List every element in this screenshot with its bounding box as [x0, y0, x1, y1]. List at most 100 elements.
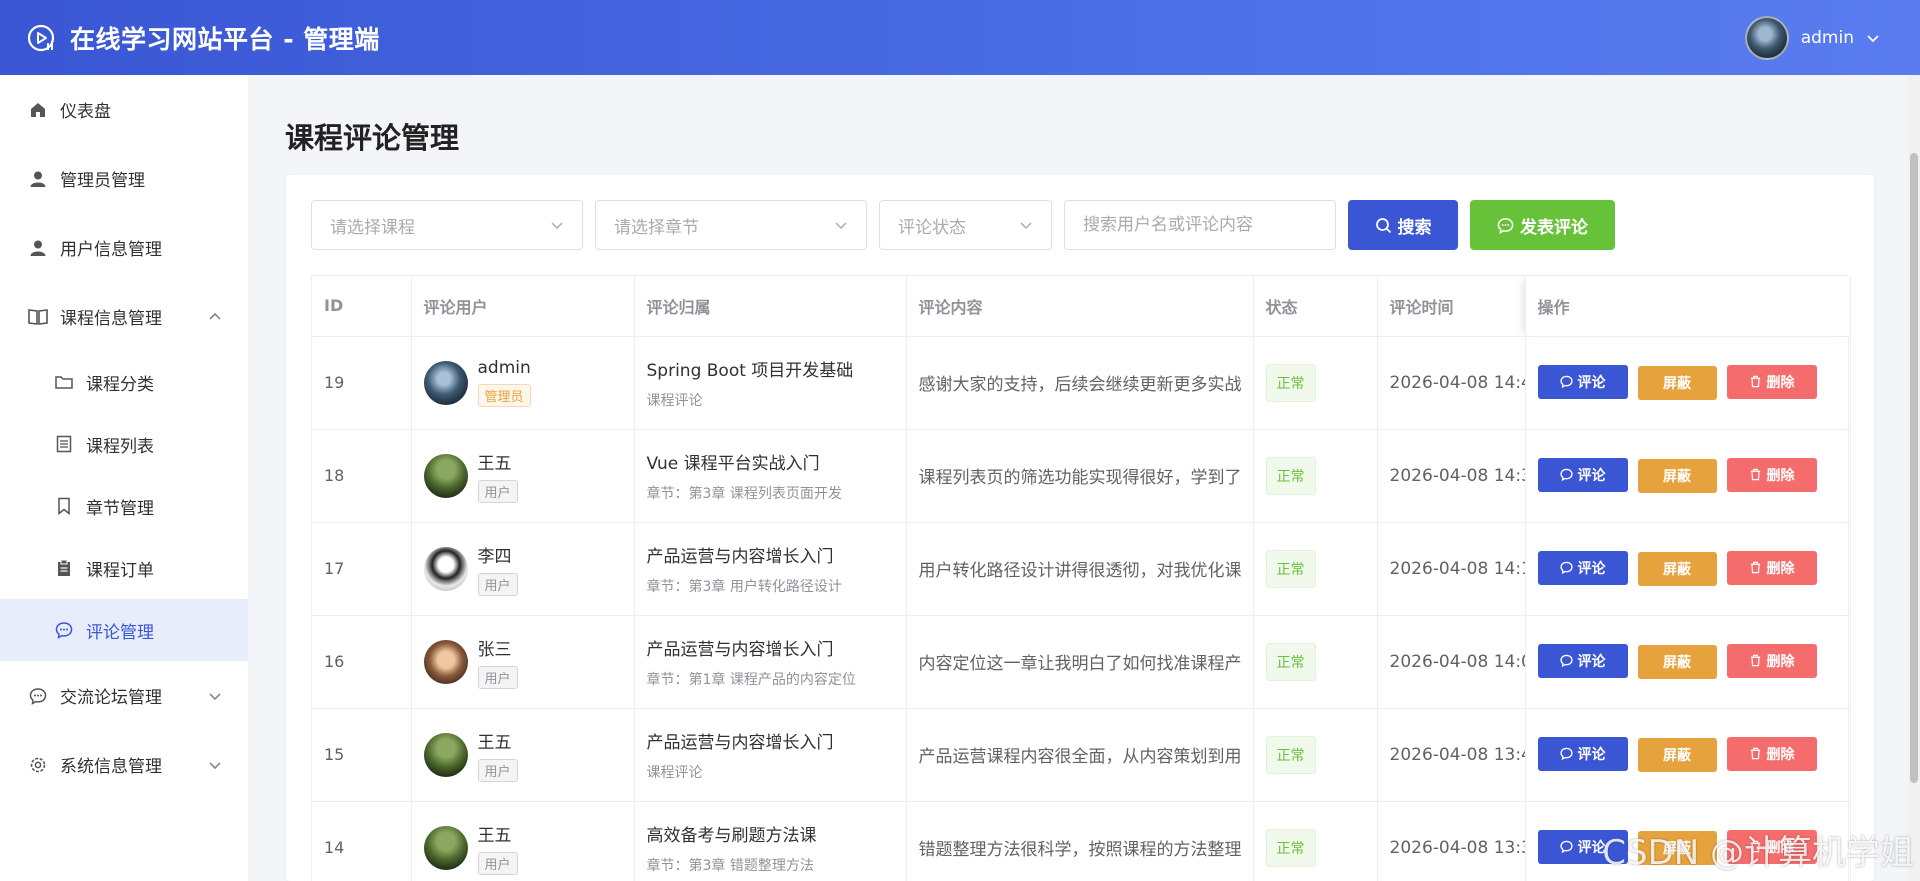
reply-comment-button[interactable]: 评论: [1537, 457, 1628, 492]
sidebar-item-label: 管理员管理: [60, 171, 145, 191]
content-card: 请选择课程 请选择章节 评论状态 搜索 发表评论 ID: [286, 175, 1874, 881]
filter-bar: 请选择课程 请选择章节 评论状态 搜索 发表评论: [311, 200, 1627, 250]
sidebar-subitem-label: 课程列表: [86, 436, 154, 457]
sidebar-item-users[interactable]: 用户信息管理: [0, 213, 248, 282]
sidebar-item-label: 交流论坛管理: [60, 688, 162, 708]
content-cell: 课程列表页的筛选功能实现得很好，学到了: [906, 429, 1254, 523]
status-select[interactable]: 评论状态: [879, 200, 1052, 250]
sidebar-subitem-comments[interactable]: 评论管理: [0, 599, 248, 661]
delete-button[interactable]: 删除: [1726, 364, 1817, 399]
sidebar-item-admin[interactable]: 管理员管理: [0, 144, 248, 213]
sidebar-subitem-chapters[interactable]: 章节管理: [0, 475, 248, 537]
column-header: 状态: [1253, 276, 1378, 337]
comment-icon: [1559, 841, 1573, 854]
sidebar-item-system[interactable]: 系统信息管理: [0, 730, 248, 799]
sidebar-item-courses[interactable]: 课程信息管理: [0, 282, 248, 351]
status-cell: 正常: [1253, 708, 1378, 802]
comment-id: 14: [312, 801, 412, 881]
course-title: 产品运营与内容增长入门: [646, 732, 834, 753]
comment-id: 19: [312, 336, 412, 430]
top-header: 在线学习网站平台 - 管理端 admin: [0, 0, 1920, 75]
actions-cell: 评论 屏蔽 删除: [1525, 336, 1851, 430]
sidebar-subitem-category[interactable]: 课程分类: [0, 351, 248, 413]
belong-subtitle: 章节：第3章 课程列表页面开发: [646, 485, 842, 502]
avatar[interactable]: [1744, 15, 1789, 60]
course-title: 产品运营与内容增长入门: [646, 546, 834, 567]
belong-subtitle: 章节：第1章 课程产品的内容定位: [646, 671, 856, 688]
block-button[interactable]: 屏蔽: [1637, 645, 1717, 680]
block-button[interactable]: 屏蔽: [1637, 738, 1717, 773]
chapter-select[interactable]: 请选择章节: [595, 200, 867, 250]
username[interactable]: admin: [1801, 28, 1854, 48]
block-label: 屏蔽: [1663, 748, 1691, 765]
reply-comment-button[interactable]: 评论: [1537, 550, 1628, 585]
clipboard-icon: [54, 558, 74, 578]
reply-label: 评论: [1577, 374, 1606, 391]
status-cell: 正常: [1253, 429, 1378, 523]
trash-icon: [1750, 748, 1760, 760]
delete-label: 删除: [1766, 653, 1795, 670]
sidebar-item-forum[interactable]: 交流论坛管理: [0, 661, 248, 730]
trash-icon: [1750, 376, 1760, 388]
sidebar-subitem-label: 评论管理: [86, 622, 154, 643]
chevron-down-icon: [209, 692, 221, 700]
course-select-placeholder: 请选择课程: [330, 217, 415, 238]
sidebar-subitem-orders[interactable]: 课程订单: [0, 537, 248, 599]
delete-label: 删除: [1766, 746, 1795, 763]
belong-subtitle: 课程评论: [646, 764, 703, 781]
comment-time: 2026-04-08 14:15: [1389, 558, 1525, 579]
bookmark-icon: [54, 496, 74, 516]
belong-cell: 高效备考与刷题方法课 章节：第3章 错题整理方法: [634, 801, 907, 881]
user-menu[interactable]: admin: [1744, 15, 1894, 60]
reply-comment-button[interactable]: 评论: [1537, 736, 1628, 771]
column-header: 评论用户: [411, 276, 635, 337]
block-label: 屏蔽: [1663, 376, 1691, 393]
content-cell: 产品运营课程内容很全面，从内容策划到用: [906, 708, 1254, 802]
comment-icon: [54, 620, 74, 640]
course-select[interactable]: 请选择课程: [311, 200, 583, 250]
block-button[interactable]: 屏蔽: [1637, 552, 1717, 587]
user-avatar: [423, 453, 468, 498]
belong-cell: Spring Boot 项目开发基础 课程评论: [634, 336, 907, 430]
sidebar-subitem-course-list[interactable]: 课程列表: [0, 413, 248, 475]
reply-comment-button[interactable]: 评论: [1537, 364, 1628, 399]
chapter-select-placeholder: 请选择章节: [614, 217, 699, 238]
delete-button[interactable]: 删除: [1726, 550, 1817, 585]
delete-button[interactable]: 删除: [1726, 736, 1817, 771]
reply-comment-button[interactable]: 评论: [1537, 643, 1628, 678]
block-button[interactable]: 屏蔽: [1637, 459, 1717, 494]
play-logo-icon: [27, 24, 55, 51]
post-comment-button[interactable]: 发表评论: [1470, 200, 1615, 250]
comment-content: 产品运营课程内容很全面，从内容策划到用: [918, 747, 1242, 767]
status-badge: 正常: [1265, 828, 1316, 867]
content-cell: 用户转化路径设计讲得很透彻，对我优化课: [906, 522, 1254, 616]
reply-label: 评论: [1577, 653, 1606, 670]
sidebar-item-dashboard[interactable]: 仪表盘: [0, 75, 248, 144]
table-row: 15 王五 用户 产品运营与内容增长入门 课程评论 产品运营课程内容很全面，从内…: [312, 708, 1851, 802]
table-row: 18 王五 用户 Vue 课程平台实战入门 章节：第3章 课程列表页面开发 课程…: [312, 429, 1851, 523]
content-cell: 感谢大家的支持，后续会继续更新更多实战: [906, 336, 1254, 430]
search-button-label: 搜索: [1397, 217, 1432, 238]
chevron-down-icon: [209, 761, 221, 769]
chevron-up-icon: [209, 312, 221, 320]
comment-time: 2026-04-08 14:45: [1389, 372, 1525, 393]
time-cell: 2026-04-08 13:45: [1377, 708, 1526, 802]
user-cell: 王五 用户: [411, 708, 635, 802]
content-cell: 错题整理方法很科学，按照课程的方法整理: [906, 801, 1254, 881]
comments-table: ID 评论用户 评论归属 评论内容 状态 评论时间 操作 19 admin 管理…: [311, 275, 1851, 881]
status-badge: 正常: [1265, 549, 1316, 588]
content-cell: 内容定位这一章让我明白了如何找准课程产: [906, 615, 1254, 709]
search-input[interactable]: [1064, 200, 1336, 250]
delete-label: 删除: [1766, 467, 1795, 484]
page-scrollbar[interactable]: [1908, 75, 1920, 881]
block-button[interactable]: 屏蔽: [1637, 366, 1717, 401]
belong-cell: 产品运营与内容增长入门 章节：第3章 用户转化路径设计: [634, 522, 907, 616]
comment-id: 17: [312, 522, 412, 616]
delete-button[interactable]: 删除: [1726, 643, 1817, 678]
scrollbar-thumb[interactable]: [1910, 153, 1918, 783]
belong-subtitle: 章节：第3章 错题整理方法: [646, 857, 814, 874]
search-button[interactable]: 搜索: [1348, 200, 1458, 250]
watermark: CSDN @计算机学姐: [1602, 833, 1914, 873]
chevron-down-icon[interactable]: [1866, 31, 1880, 45]
delete-button[interactable]: 删除: [1726, 457, 1817, 492]
